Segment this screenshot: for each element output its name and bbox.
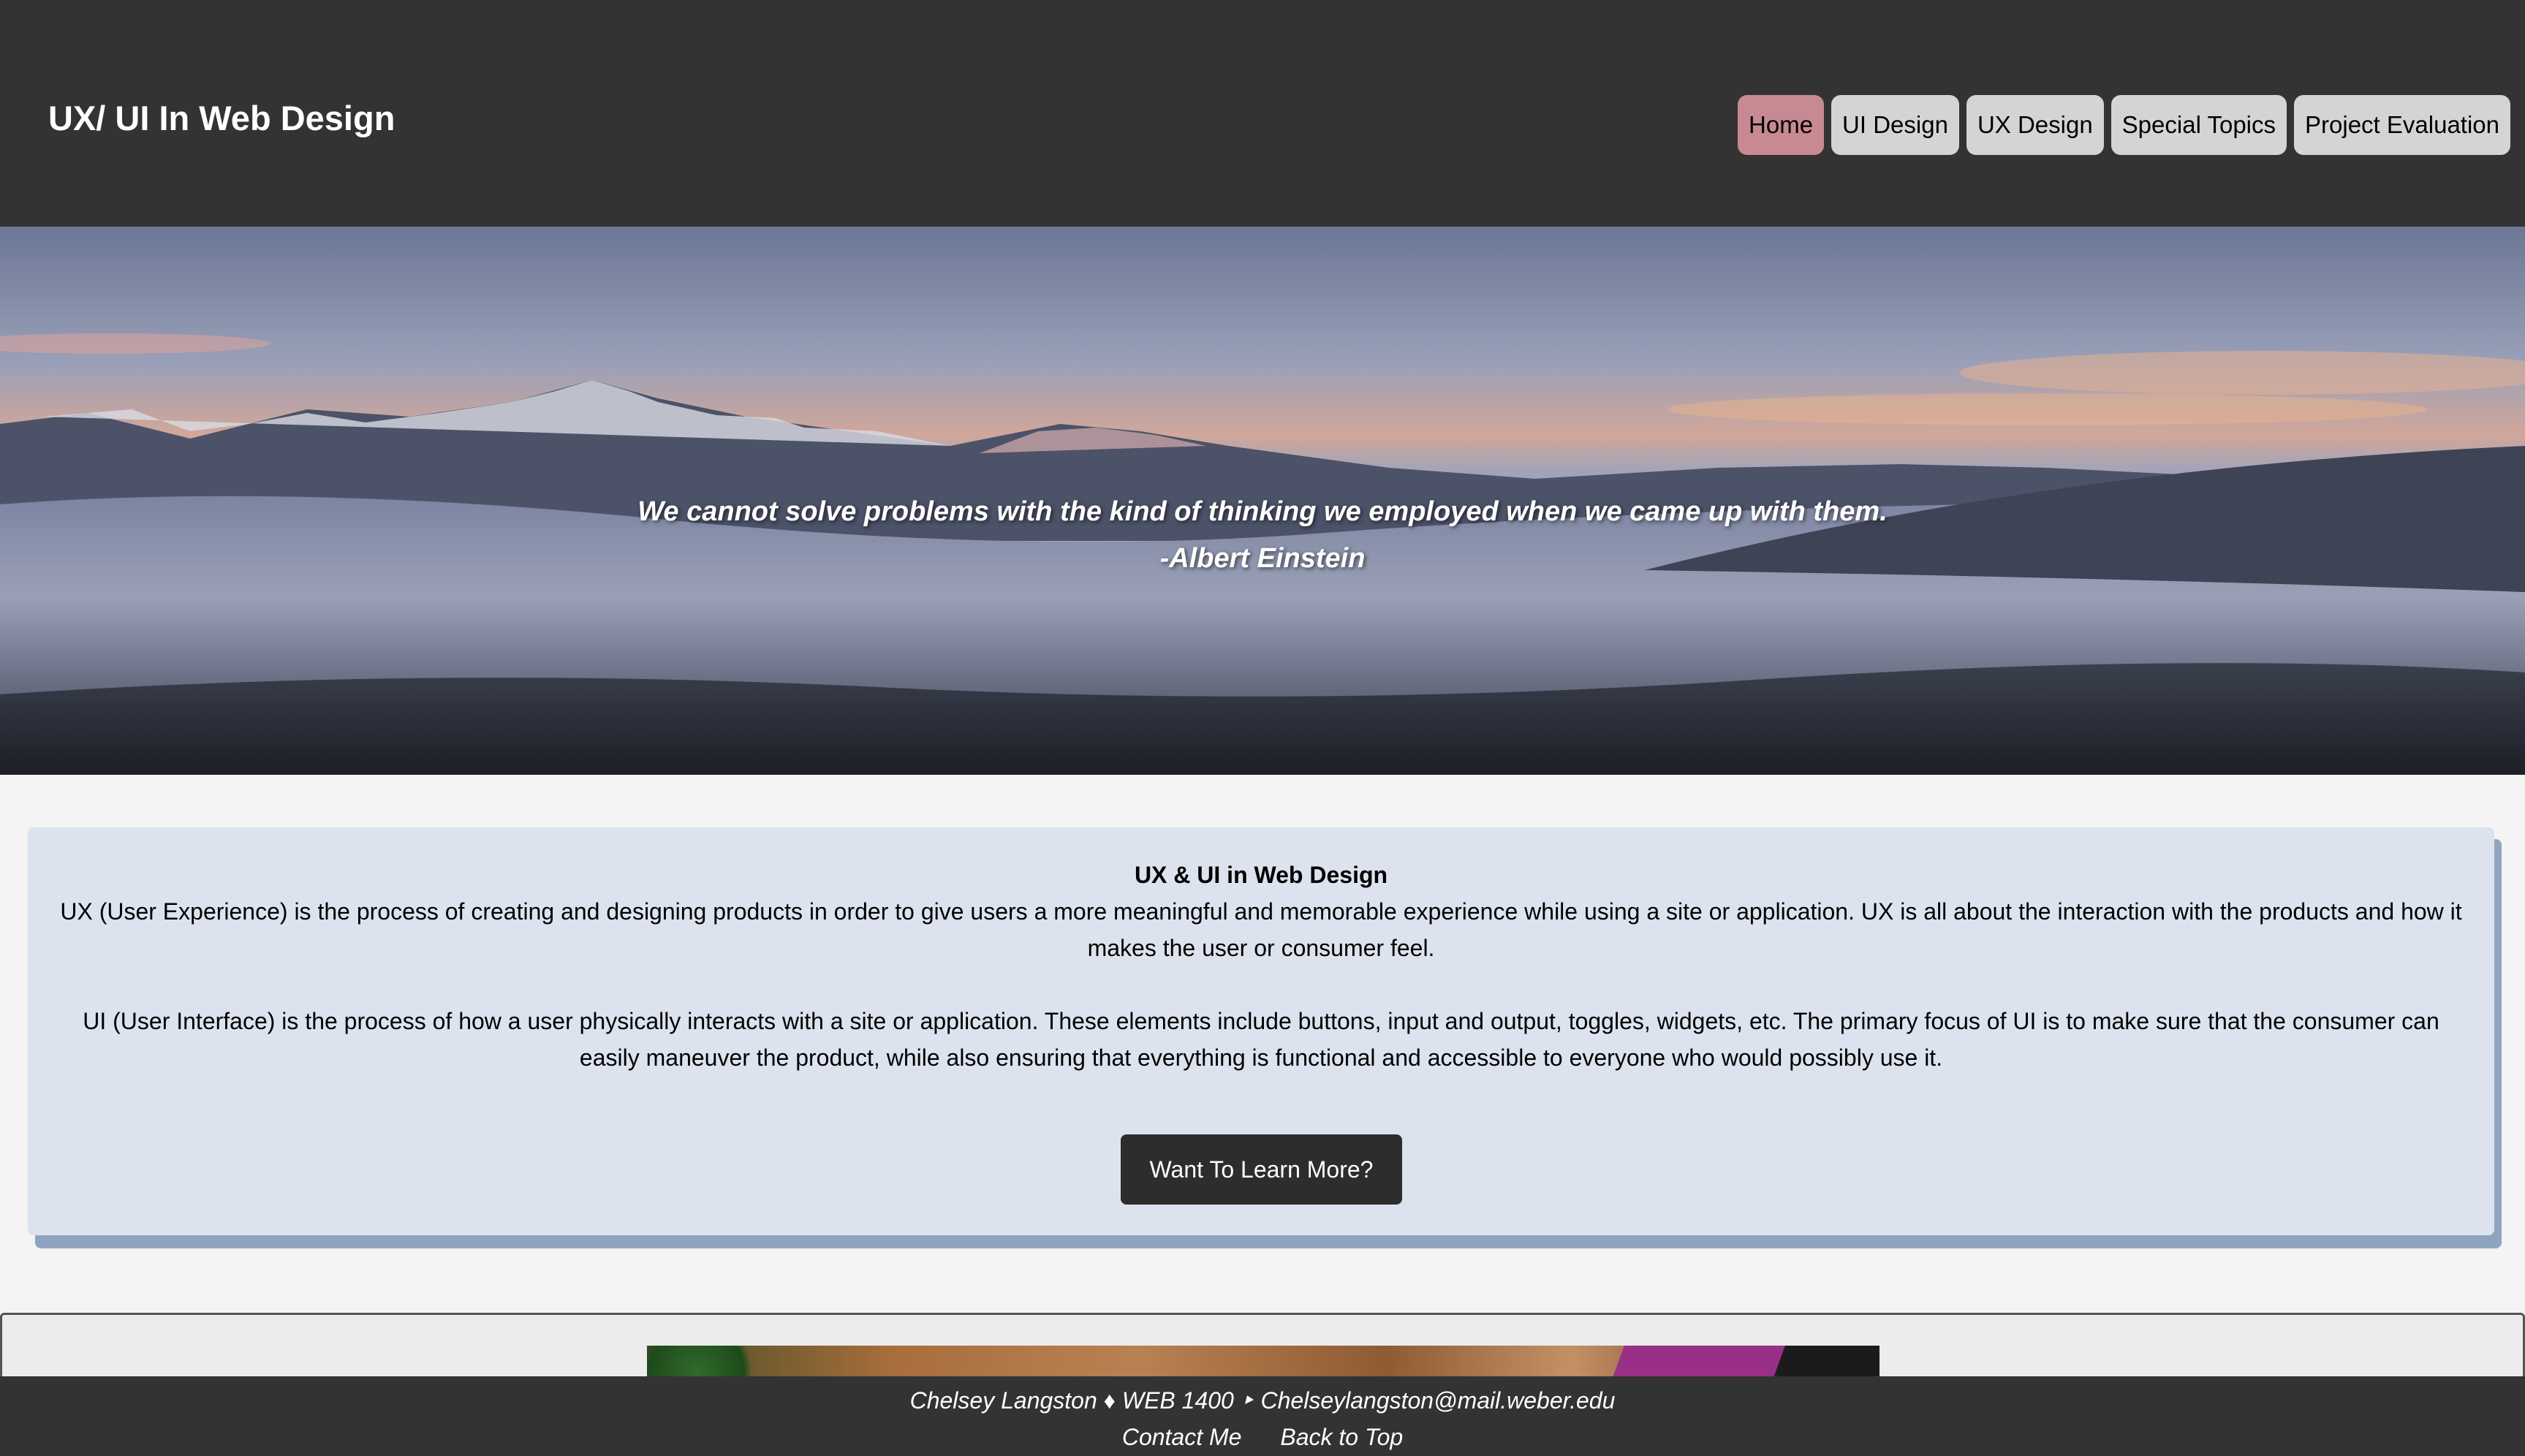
nav-special-topics[interactable]: Special Topics xyxy=(2111,95,2287,155)
main-nav: Home UI Design UX Design Special Topics … xyxy=(1738,95,2510,155)
site-footer: Chelsey Langston ♦ WEB 1400 ‣ Chelseylan… xyxy=(0,1376,2525,1456)
back-to-top-link[interactable]: Back to Top xyxy=(1280,1419,1403,1455)
intro-title: UX & UI in Web Design xyxy=(1134,862,1388,888)
nav-project-evaluation[interactable]: Project Evaluation xyxy=(2294,95,2510,155)
hero-banner: We cannot solve problems with the kind o… xyxy=(0,227,2525,775)
intro-card: UX & UI in Web Design UX (User Experienc… xyxy=(28,827,2494,1235)
nav-ui-design[interactable]: UI Design xyxy=(1831,95,1959,155)
quote-text: We cannot solve problems with the kind o… xyxy=(637,496,1888,527)
contact-me-link[interactable]: Contact Me xyxy=(1122,1419,1242,1455)
nav-ux-design[interactable]: UX Design xyxy=(1966,95,2104,155)
site-header: UX/ UI In Web Design Home UI Design UX D… xyxy=(0,0,2525,227)
footer-links: Contact Me Back to Top xyxy=(0,1419,2525,1455)
learn-more-button[interactable]: Want To Learn More? xyxy=(1121,1134,1402,1205)
footer-info: Chelsey Langston ♦ WEB 1400 ‣ Chelseylan… xyxy=(909,1387,1616,1414)
nav-home[interactable]: Home xyxy=(1738,95,1825,155)
site-title: UX/ UI In Web Design xyxy=(48,99,395,137)
ui-paragraph: UI (User Interface) is the process of ho… xyxy=(83,1008,2439,1071)
ux-paragraph: UX (User Experience) is the process of c… xyxy=(60,898,2462,961)
quote-author: -Albert Einstein xyxy=(1159,543,1366,574)
hero-quote: We cannot solve problems with the kind o… xyxy=(0,488,2525,582)
